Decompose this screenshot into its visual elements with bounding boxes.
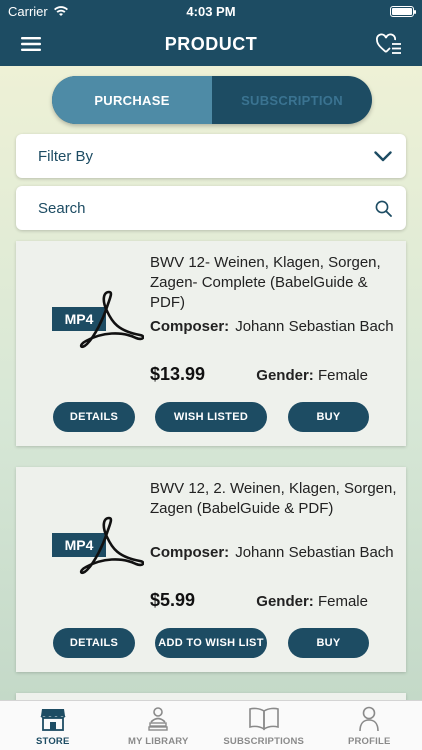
status-bar: Carrier 4:03 PM — [0, 0, 422, 22]
composer-label: Composer: — [150, 544, 230, 561]
product-thumbnail: MP4 — [52, 515, 146, 577]
person-icon — [359, 706, 380, 732]
product-card[interactable]: MP4 BWV 12, 2. Weinen, Klagen, Sorgen, Z… — [16, 467, 406, 672]
buy-button[interactable]: BUY — [288, 628, 369, 658]
tab-my-library-label: MY LIBRARY — [127, 736, 189, 747]
composer-row: Composer: Johann Sebastian Bach — [150, 317, 400, 337]
pdf-icon — [79, 290, 144, 349]
battery-icon — [390, 5, 416, 17]
gender-value: Female — [317, 367, 368, 384]
buy-button[interactable]: BUY — [288, 402, 369, 432]
filter-dropdown[interactable]: Filter By — [16, 134, 406, 178]
gender-row: Gender: Female — [256, 593, 368, 610]
composer-row: Composer: Johann Sebastian Bach — [150, 543, 400, 563]
menu-button[interactable] — [16, 30, 46, 58]
product-title: BWV 12- Weinen, Klagen, Sorgen, Zagen- C… — [150, 254, 381, 311]
details-button[interactable]: DETAILS — [53, 402, 135, 432]
tab-subscriptions[interactable]: SUBSCRIPTIONS — [211, 701, 317, 750]
search-icon — [375, 200, 392, 217]
details-button[interactable]: DETAILS — [53, 628, 135, 658]
book-icon — [248, 707, 279, 731]
tab-profile-label: PROFILE — [347, 736, 391, 747]
gender-value: Female — [317, 593, 368, 610]
tab-my-library[interactable]: MY LIBRARY — [106, 701, 212, 750]
search-placeholder: Search — [38, 199, 86, 217]
library-icon — [148, 707, 168, 731]
hamburger-icon — [21, 37, 41, 51]
tab-store-label: STORE — [35, 736, 70, 747]
product-card[interactable] — [16, 693, 406, 700]
composer-value: Johann Sebastian Bach — [235, 544, 394, 561]
product-price: $13.99 — [150, 364, 206, 384]
product-thumbnail: MP4 — [52, 289, 146, 351]
product-title: BWV 12, 2. Weinen, Klagen, Sorgen, Zagen… — [150, 480, 397, 517]
page-title: PRODUCT — [164, 33, 258, 54]
wishlist-button[interactable] — [374, 30, 404, 58]
purchase-type-toggle: PURCHASE SUBSCRIPTION — [52, 76, 372, 124]
product-price: $5.99 — [150, 590, 196, 610]
gender-row: Gender: Female — [256, 367, 368, 384]
tab-subscription[interactable]: SUBSCRIPTION — [212, 76, 372, 124]
add-to-wish-list-button[interactable]: ADD TO WISH LIST — [155, 628, 267, 658]
gender-label: Gender: — [256, 367, 314, 384]
wish-listed-button[interactable]: WISH LISTED — [155, 402, 267, 432]
navigation-bar: PRODUCT — [0, 22, 422, 66]
store-icon — [40, 709, 66, 731]
chevron-down-icon — [374, 150, 392, 161]
tab-store[interactable]: STORE — [0, 701, 106, 750]
heart-list-icon — [376, 33, 401, 54]
tab-purchase[interactable]: PURCHASE — [52, 76, 212, 124]
product-card[interactable]: MP4 BWV 12- Weinen, Klagen, Sorgen, Zage… — [16, 241, 406, 446]
gender-label: Gender: — [256, 593, 314, 610]
pdf-icon — [79, 516, 144, 575]
tab-profile[interactable]: PROFILE — [317, 701, 422, 750]
search-field[interactable]: Search — [16, 186, 406, 230]
filter-label: Filter By — [38, 147, 94, 165]
content-area[interactable]: PURCHASE SUBSCRIPTION Filter By Search M… — [0, 66, 422, 700]
composer-label: Composer: — [150, 318, 230, 335]
tab-subscriptions-label: SUBSCRIPTIONS — [223, 736, 305, 747]
tab-bar: STORE MY LIBRARY SUBSCRIPTIONS PROFILE — [0, 700, 422, 750]
composer-value: Johann Sebastian Bach — [235, 318, 394, 335]
clock: 4:03 PM — [186, 3, 236, 19]
